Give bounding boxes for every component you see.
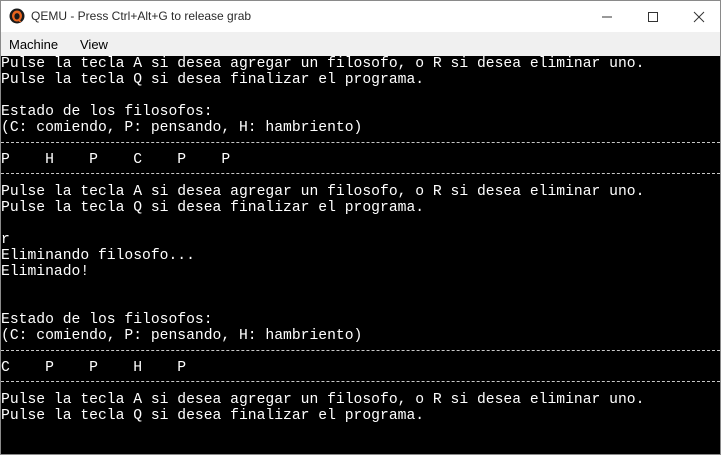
console-line: C P P H P xyxy=(1,360,187,376)
console-line: Pulse la tecla Q si desea finalizar el p… xyxy=(1,200,425,216)
console-line: Pulse la tecla A si desea agregar un fil… xyxy=(1,184,645,200)
window-title: QEMU - Press Ctrl+Alt+G to release grab xyxy=(31,9,252,23)
console-line: r xyxy=(1,232,10,248)
guest-console-screen[interactable]: Pulse la tecla A si desea agregar un fil… xyxy=(1,56,720,454)
separator-line xyxy=(1,142,720,143)
close-icon xyxy=(693,11,705,23)
minimize-button[interactable] xyxy=(584,1,630,32)
minimize-icon xyxy=(602,16,612,18)
console-line: (C: comiendo, P: pensando, H: hambriento… xyxy=(1,328,363,344)
separator-line xyxy=(1,350,720,351)
menu-view[interactable]: View xyxy=(80,37,108,52)
console-line: Pulse la tecla A si desea agregar un fil… xyxy=(1,56,645,72)
console-line: Pulse la tecla Q si desea finalizar el p… xyxy=(1,72,425,88)
menu-machine[interactable]: Machine xyxy=(9,37,58,52)
console-line: Eliminado! xyxy=(1,264,90,280)
close-button[interactable] xyxy=(676,1,721,32)
menu-bar: Machine View xyxy=(1,32,720,56)
qemu-window: QEMU - Press Ctrl+Alt+G to release grab … xyxy=(0,0,721,455)
title-bar[interactable]: QEMU - Press Ctrl+Alt+G to release grab xyxy=(1,1,720,32)
console-line: Pulse la tecla Q si desea finalizar el p… xyxy=(1,408,425,424)
console-line: (C: comiendo, P: pensando, H: hambriento… xyxy=(1,120,363,136)
qemu-icon xyxy=(9,8,25,24)
separator-line xyxy=(1,173,720,174)
console-line: Estado de los filosofos: xyxy=(1,312,213,328)
separator-line xyxy=(1,381,720,382)
maximize-button[interactable] xyxy=(630,1,676,32)
console-line: P H P C P P xyxy=(1,152,231,168)
console-line: Estado de los filosofos: xyxy=(1,104,213,120)
console-line: Pulse la tecla A si desea agregar un fil… xyxy=(1,392,645,408)
maximize-icon xyxy=(648,12,658,22)
console-line: Eliminando filosofo... xyxy=(1,248,195,264)
